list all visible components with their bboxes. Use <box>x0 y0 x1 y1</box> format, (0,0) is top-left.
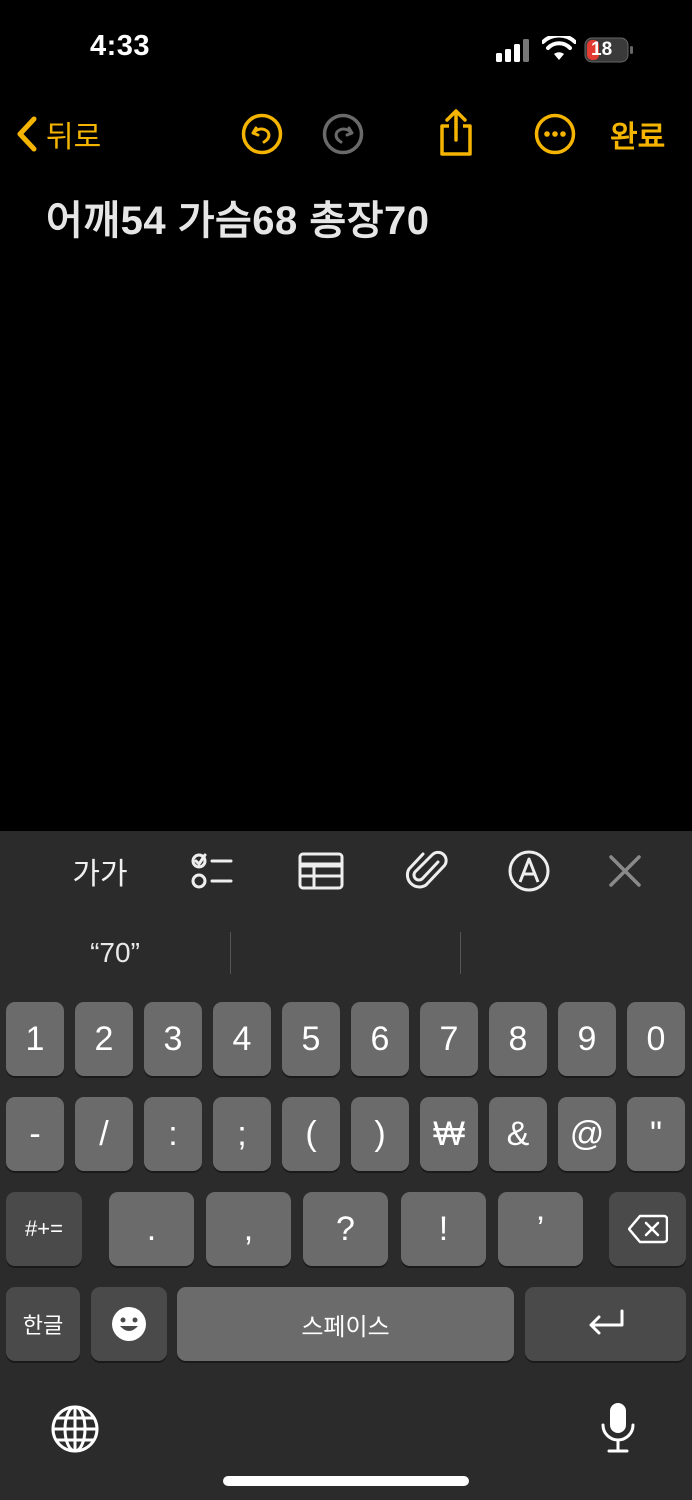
attachment-button[interactable] <box>404 848 450 894</box>
attachment-icon <box>405 850 448 889</box>
space-key[interactable]: 스페이스 <box>177 1287 514 1361</box>
text-format-label: 가가 <box>72 858 128 891</box>
key-more-symbols[interactable]: #+= <box>6 1192 82 1266</box>
share-icon[interactable] <box>434 108 478 158</box>
home-indicator[interactable] <box>223 1476 469 1486</box>
more-icon[interactable] <box>533 112 577 156</box>
markup-button[interactable] <box>506 848 552 894</box>
key-question[interactable]: ? <box>303 1192 388 1266</box>
key-9[interactable]: 9 <box>558 1002 616 1076</box>
key-ampersand[interactable]: & <box>489 1097 547 1171</box>
key-close-paren[interactable]: ) <box>351 1097 409 1171</box>
wifi-icon <box>542 36 576 60</box>
undo-icon[interactable] <box>240 112 284 156</box>
key-apostrophe[interactable]: ’ <box>498 1192 583 1266</box>
back-label: 뒤로 <box>46 121 102 154</box>
key-colon[interactable]: : <box>144 1097 202 1171</box>
table-button[interactable] <box>298 848 344 894</box>
close-toolbar-button[interactable] <box>602 848 648 894</box>
key-period[interactable]: . <box>109 1192 194 1266</box>
key-exclamation[interactable]: ! <box>401 1192 486 1266</box>
key-5[interactable]: 5 <box>282 1002 340 1076</box>
globe-icon[interactable] <box>50 1404 100 1454</box>
key-0[interactable]: 0 <box>627 1002 685 1076</box>
return-icon <box>589 1309 623 1335</box>
table-icon <box>298 852 344 890</box>
key-hyphen[interactable]: - <box>6 1097 64 1171</box>
checklist-button[interactable] <box>188 848 234 894</box>
battery-level: 18 <box>591 39 613 60</box>
suggestion-2[interactable] <box>231 918 460 988</box>
note-body[interactable]: 어깨54 가슴68 총장70 <box>46 188 430 246</box>
key-2[interactable]: 2 <box>75 1002 133 1076</box>
redo-icon[interactable] <box>321 112 365 156</box>
key-7[interactable]: 7 <box>420 1002 478 1076</box>
key-4[interactable]: 4 <box>213 1002 271 1076</box>
key-won[interactable]: ₩ <box>420 1097 478 1171</box>
suggestion-3[interactable] <box>461 918 692 988</box>
key-quote[interactable]: " <box>627 1097 685 1171</box>
key-6[interactable]: 6 <box>351 1002 409 1076</box>
delete-icon <box>627 1214 668 1244</box>
chevron-left-icon <box>17 116 37 152</box>
key-8[interactable]: 8 <box>489 1002 547 1076</box>
done-button[interactable]: 완료 <box>610 112 665 156</box>
cellular-signal-icon <box>496 39 529 62</box>
key-slash[interactable]: / <box>75 1097 133 1171</box>
emoji-key[interactable] <box>91 1287 167 1361</box>
format-toolbar: 가가 <box>0 831 692 909</box>
status-time: 4:33 <box>90 30 151 62</box>
suggestion-1[interactable]: “70” <box>0 918 230 988</box>
close-icon <box>609 855 641 887</box>
key-at[interactable]: @ <box>558 1097 616 1171</box>
key-comma[interactable]: , <box>206 1192 291 1266</box>
text-format-button[interactable]: 가가 <box>72 848 128 894</box>
key-1[interactable]: 1 <box>6 1002 64 1076</box>
return-key[interactable] <box>525 1287 686 1361</box>
emoji-icon <box>112 1307 146 1341</box>
key-3[interactable]: 3 <box>144 1002 202 1076</box>
key-open-paren[interactable]: ( <box>282 1097 340 1171</box>
key-semicolon[interactable]: ; <box>213 1097 271 1171</box>
battery-icon: 18 <box>584 37 634 63</box>
key-hangul[interactable]: 한글 <box>6 1287 80 1361</box>
markup-icon <box>508 850 550 892</box>
checklist-icon <box>191 853 233 889</box>
back-button[interactable]: 뒤로 <box>14 110 101 158</box>
delete-key[interactable] <box>609 1192 686 1266</box>
microphone-icon[interactable] <box>598 1400 638 1456</box>
